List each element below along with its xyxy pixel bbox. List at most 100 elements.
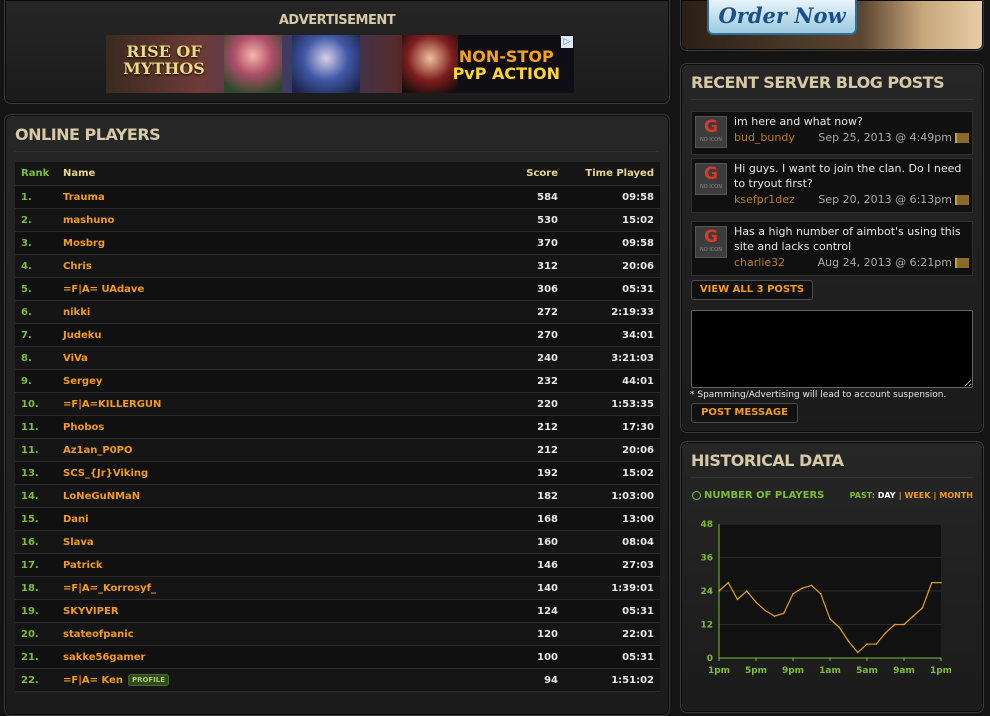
avatar-letter: G (704, 117, 718, 137)
chart-y-tick-label: 0 (707, 654, 713, 664)
profile-badge[interactable]: PROFILE (127, 674, 170, 686)
blog-post-author[interactable]: ksefpr1dez (734, 193, 795, 206)
player-name-link[interactable]: nikki (63, 307, 90, 318)
player-name-link[interactable]: Slava (63, 537, 94, 548)
player-name-link[interactable]: Phobos (63, 422, 104, 433)
player-name-link[interactable]: mashuno (63, 215, 114, 226)
player-score: 232 (482, 369, 558, 393)
avatar[interactable]: G NO ICON (695, 226, 727, 258)
column-header-time-played[interactable]: Time Played (558, 162, 660, 186)
player-name-cell: sakke56gamer (57, 645, 482, 669)
player-name-cell: stateofpanic (57, 622, 482, 646)
player-score: 192 (482, 461, 558, 485)
player-name-link[interactable]: Chris (63, 261, 92, 272)
player-name-link[interactable]: Az1an_P0PO (63, 445, 133, 456)
player-name-cell: =F|A= Ken PROFILE (57, 668, 482, 692)
player-name-link[interactable]: Patrick (63, 560, 103, 571)
table-row: 5. =F|A= UAdave 306 05:31 (15, 277, 660, 301)
player-name-link[interactable]: stateofpanic (63, 629, 134, 640)
player-rank: 1. (15, 185, 57, 209)
historical-data-title: HISTORICAL DATA (691, 451, 844, 470)
player-name-link[interactable]: Sergey (63, 376, 102, 387)
player-score: 370 (482, 231, 558, 255)
avatar[interactable]: G NO ICON (695, 116, 727, 148)
table-row: 16. Slava 160 08:04 (15, 530, 660, 554)
player-rank: 3. (15, 231, 57, 255)
chart-data-point (718, 590, 720, 592)
table-row: 4. Chris 312 20:06 (15, 254, 660, 278)
player-score: 270 (482, 323, 558, 347)
view-all-posts-button[interactable]: VIEW ALL 3 POSTS (691, 280, 813, 300)
table-row: 3. Mosbrg 370 09:58 (15, 231, 660, 255)
player-score: 146 (482, 553, 558, 577)
time-range-selector: PAST: DAY | WEEK | MONTH (850, 491, 973, 500)
chart-data-point (801, 587, 804, 590)
player-name-link[interactable]: SKYVIPER (63, 606, 119, 617)
player-name-link[interactable]: =F|A= UAdave (63, 284, 144, 295)
chart-data-point (736, 598, 739, 601)
chart-data-point (764, 609, 767, 612)
avatar-caption: NO ICON (700, 184, 722, 190)
message-textarea[interactable] (691, 310, 973, 388)
player-name-link[interactable]: ViVa (63, 353, 88, 364)
avatar[interactable]: G NO ICON (695, 163, 727, 195)
column-header-rank[interactable]: Rank (15, 162, 57, 186)
flag-icon[interactable] (955, 133, 969, 143)
flag-icon[interactable] (955, 258, 969, 268)
advertisement-banner[interactable]: RISE OF MYTHOS NON-STOP PvP ACTION ▷ (106, 35, 574, 93)
column-header-name[interactable]: Name (57, 162, 482, 186)
range-option-week[interactable]: WEEK (905, 491, 931, 500)
range-option-month[interactable]: MONTH (939, 491, 973, 500)
metric-selector[interactable]: NUMBER OF PLAYERS (692, 490, 824, 501)
player-name-link[interactable]: =F|A=KILLERGUN (63, 399, 161, 410)
player-name-link[interactable]: Trauma (63, 192, 105, 203)
advertisement-label: ADVERTISEMENT (278, 13, 396, 28)
range-separator: | (933, 491, 937, 500)
player-score: 140 (482, 576, 558, 600)
player-name-link[interactable]: =F|A= Ken (63, 675, 123, 686)
player-name-cell: LoNeGuNMaN (57, 484, 482, 508)
player-score: 94 (482, 668, 558, 692)
player-score: 182 (482, 484, 558, 508)
blog-post-author[interactable]: charlie32 (734, 256, 785, 269)
advertisement-panel: ADVERTISEMENT RISE OF MYTHOS NON-STOP Pv… (4, 0, 670, 104)
online-players-title: ONLINE PLAYERS (15, 125, 161, 144)
blog-post[interactable]: G NO ICON im here and what now? bud_bundy Se… (691, 111, 973, 155)
blog-post-meta: bud_bundy Sep 25, 2013 @ 4:49pm (734, 131, 972, 145)
player-name-link[interactable]: =F|A=_Korrosyf_ (63, 583, 156, 594)
blog-post-text: Has a high number of aimbot's using this… (734, 225, 961, 253)
player-time-played: 20:06 (558, 254, 660, 278)
player-name-cell: Slava (57, 530, 482, 554)
radio-dot-icon (692, 490, 701, 500)
range-option-day[interactable]: DAY (878, 491, 896, 500)
player-name-link[interactable]: LoNeGuNMaN (63, 491, 140, 502)
blog-post-author[interactable]: bud_bundy (734, 131, 795, 144)
chart-y-tick-label: 36 (700, 554, 713, 564)
player-name-link[interactable]: Mosbrg (63, 238, 105, 249)
player-time-played: 27:03 (558, 553, 660, 577)
ad-choices-icon[interactable]: ▷ (561, 36, 573, 48)
player-name-link[interactable]: SCS_{Jr}Viking (63, 468, 148, 479)
historical-data-panel: HISTORICAL DATA NUMBER OF PLAYERS PAST: … (680, 441, 984, 713)
column-header-score[interactable]: Score (482, 162, 558, 186)
player-name-link[interactable]: Judeku (63, 330, 102, 341)
table-row: 21. sakke56gamer 100 05:31 (15, 645, 660, 669)
chart-data-point (866, 643, 868, 645)
player-name-link[interactable]: Dani (63, 514, 89, 525)
blog-post[interactable]: G NO ICON Hi guys. I want to join the clan… (691, 158, 973, 213)
order-now-button[interactable]: Order Now (707, 0, 857, 35)
player-time-played: 34:01 (558, 323, 660, 347)
chart-data-point (903, 623, 905, 626)
post-message-button[interactable]: POST MESSAGE (691, 403, 798, 423)
flag-icon[interactable] (955, 195, 969, 205)
chart-data-point (792, 592, 794, 595)
divider (691, 99, 973, 100)
chart-data-point (893, 623, 896, 626)
player-name-cell: ViVa (57, 346, 482, 370)
player-name-link[interactable]: sakke56gamer (63, 652, 145, 663)
player-time-played: 05:31 (558, 645, 660, 669)
chart-data-point (875, 643, 878, 645)
blog-post[interactable]: G NO ICON Has a high number of aimbot's us… (691, 221, 973, 276)
player-rank: 16. (15, 530, 57, 554)
chart-data-point (829, 618, 831, 620)
